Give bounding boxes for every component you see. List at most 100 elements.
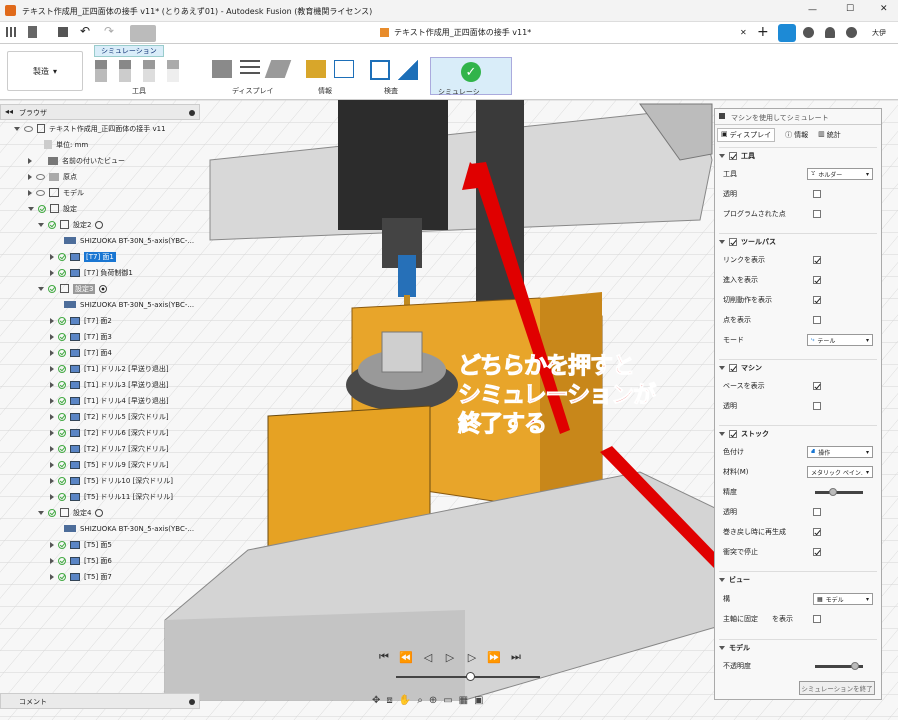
notification-icon[interactable] [825,27,835,38]
slider-handle[interactable] [829,487,837,496]
tree-item-op[interactable]: [T2] ドリル6 [深穴ドリル] [50,425,169,440]
chevron-down-icon[interactable] [719,239,725,244]
skip-to-end-icon[interactable]: ⏭ [507,649,525,665]
simulation-context-tab[interactable]: シミュレーション [94,45,164,57]
orbit-icon[interactable]: ✥ [372,695,380,706]
tree-item-op[interactable]: [T7] 面4 [50,345,112,360]
chevron-right-icon[interactable] [50,429,54,436]
info-icons[interactable] [306,60,354,78]
tree-root[interactable]: テキスト作成用_正四面体の接手 v11 [14,121,166,136]
warning-icon[interactable] [306,60,326,78]
tool-section-checkbox[interactable] [729,151,737,160]
chevron-down-icon[interactable] [719,153,725,158]
pan-icon[interactable]: ✋ [399,695,411,706]
radio-icon[interactable] [95,220,104,229]
redo-icon[interactable]: ↷ [104,24,114,38]
tree-item-machine[interactable]: SHIZUOKA BT-30N_5-axis(YBC-... [64,521,194,536]
toolpath-section-checkbox[interactable] [729,237,737,246]
grid-settings-icon[interactable]: ▦ [459,695,468,706]
tool-transparent-checkbox[interactable] [813,190,821,198]
stock-transparent-checkbox[interactable] [813,508,821,516]
step-forward-icon[interactable]: ▷ [463,649,481,665]
chevron-down-icon[interactable] [38,286,44,291]
stop-on-collision-checkbox[interactable] [813,548,821,556]
section-tool[interactable]: 工具 [719,147,877,163]
tool-icons[interactable] [95,60,195,84]
inspect-section-icon[interactable] [370,60,390,80]
tree-item-setup2[interactable]: 設定2 [38,217,104,232]
visibility-icon[interactable] [36,173,45,180]
browser-pin-icon[interactable] [189,110,195,116]
show-links-checkbox[interactable] [813,256,821,264]
step-back-icon[interactable]: ◁ [419,649,437,665]
display-machine-icon[interactable] [212,60,232,78]
gcode-icon[interactable] [334,60,354,78]
save-icon[interactable] [58,27,68,37]
show-leads-checkbox[interactable] [813,276,821,284]
chevron-down-icon[interactable] [719,645,725,650]
tree-item-machine[interactable]: SHIZUOKA BT-30N_5-axis(YBC-... [64,233,194,248]
chevron-right-icon[interactable] [50,477,54,484]
tree-item-origin[interactable]: 原点 [28,169,77,184]
zoom-icon[interactable]: ⌕ [417,695,423,706]
tree-item-model[interactable]: モデル [28,185,84,200]
browser-collapse-icon[interactable]: ◂◂ [5,107,13,116]
history-icon[interactable] [803,27,814,38]
display-icons[interactable] [212,60,292,78]
home-button[interactable] [130,25,156,42]
chevron-right-icon[interactable] [50,573,54,580]
tab-info[interactable]: ⓘ 情報 [785,130,808,140]
chevron-right-icon[interactable] [50,445,54,452]
visibility-icon[interactable] [24,125,33,132]
machine-transparent-checkbox[interactable] [813,402,821,410]
previous-operation-icon[interactable]: ⏪ [397,649,415,665]
chevron-right-icon[interactable] [50,253,54,260]
show-points-checkbox[interactable] [813,316,821,324]
chevron-down-icon[interactable] [28,206,34,211]
browser-header[interactable]: ◂◂ ブラウザ [0,104,200,120]
mode-select[interactable]: ⤷ テール ▾ [807,334,873,346]
online-icon[interactable] [778,24,796,42]
tree-item-op[interactable]: [T7] 負荷制御1 [50,265,133,280]
chevron-right-icon[interactable] [50,317,54,324]
tree-item-op[interactable]: [T5] ドリル9 [深穴ドリル] [50,457,169,472]
help-icon[interactable] [846,27,857,38]
ribbon-group-info[interactable]: 情報 [318,86,332,96]
chevron-right-icon[interactable] [28,157,32,164]
tab-stats[interactable]: ▥ 統計 [818,130,841,140]
chevron-right-icon[interactable] [50,381,54,388]
grid-menu-icon[interactable] [6,27,16,37]
lock-spindle-checkbox[interactable] [813,615,821,623]
opacity-slider[interactable] [815,661,863,670]
view-select[interactable]: ▦ モデル ▾ [813,593,873,605]
chevron-right-icon[interactable] [50,269,54,276]
chevron-right-icon[interactable] [50,541,54,548]
tree-item-setup4[interactable]: 設定4 [38,505,104,520]
regenerate-checkbox[interactable] [813,528,821,536]
tree-item-op[interactable]: [T5] 面7 [50,569,112,584]
tab-display[interactable]: ▣ ディスプレイ [717,127,776,142]
fit-icon[interactable]: ⊕ [429,695,437,706]
user-avatar[interactable]: 大伊 [870,26,888,40]
radio-icon[interactable] [95,508,104,517]
chevron-right-icon[interactable] [50,461,54,468]
viewports-icon[interactable]: ▣ [474,695,483,706]
drill-icon[interactable] [119,60,131,82]
chevron-right-icon[interactable] [50,349,54,356]
chevron-down-icon[interactable] [719,577,725,582]
tree-item-op[interactable]: [T2] ドリル5 [深穴ドリル] [50,409,169,424]
inspect-icons[interactable] [370,60,418,80]
coloring-select[interactable]: ⛘ 操作 ▾ [807,446,873,458]
chevron-right-icon[interactable] [28,173,32,180]
minimize-button[interactable]: — [808,5,817,15]
chevron-down-icon[interactable] [14,126,20,131]
tree-item-op[interactable]: [T1] ドリル2 [早送り退出] [50,361,169,376]
tree-item-named-views[interactable]: 名前の付いたビュー [28,153,125,168]
ribbon-group-tools[interactable]: 工具 [132,86,146,96]
tree-item-op[interactable]: [T5] ドリル10 [深穴ドリル] [50,473,173,488]
tree-item-op[interactable]: [T1] ドリル3 [早送り退出] [50,377,169,392]
check-icon[interactable]: ✓ [461,62,481,82]
inspect-measure-icon[interactable] [398,60,418,80]
tree-item-op[interactable]: [T5] 面5 [50,537,112,552]
tree-item-op[interactable]: [T5] ドリル11 [深穴ドリル] [50,489,173,504]
